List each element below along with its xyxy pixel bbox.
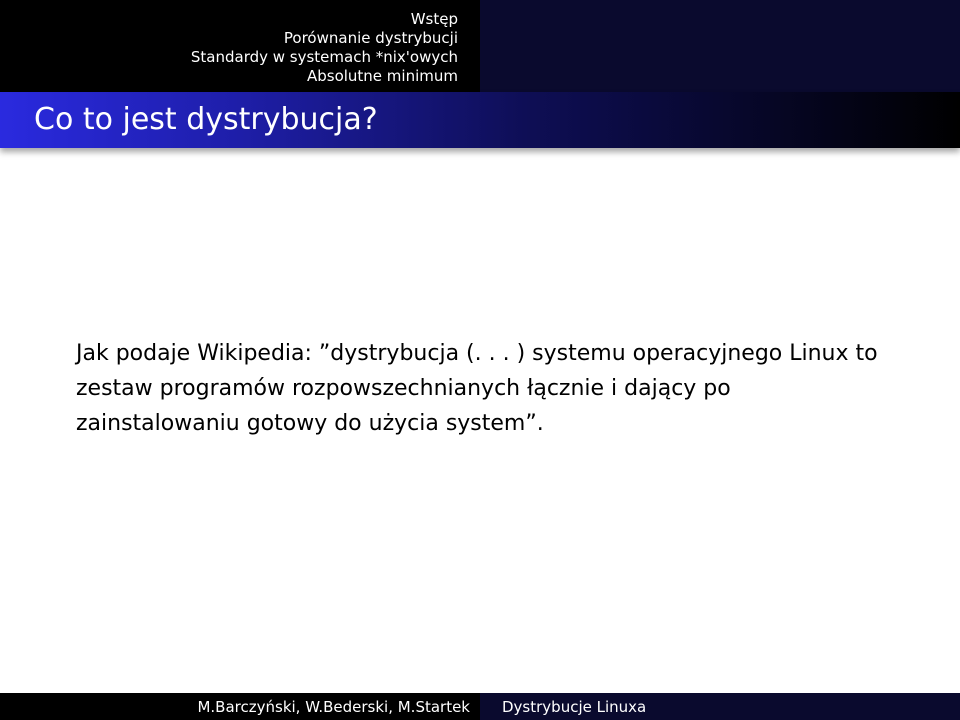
definition-paragraph: Jak podaje Wikipedia: ”dystrybucja (. . … xyxy=(76,341,878,436)
nav-section-intro[interactable]: Wstęp xyxy=(411,10,458,29)
slide: Wstęp Porównanie dystrybucji Standardy w… xyxy=(0,0,960,720)
navigation-bar: Wstęp Porównanie dystrybucji Standardy w… xyxy=(0,0,960,92)
footer-title: Dystrybucje Linuxa xyxy=(480,693,960,720)
footer-authors: M.Barczyński, W.Bederski, M.Startek xyxy=(0,693,480,720)
nav-section-comparison[interactable]: Porównanie dystrybucji xyxy=(284,29,458,48)
nav-section-standards[interactable]: Standardy w systemach *nix'owych xyxy=(191,48,458,67)
footer-bar: M.Barczyński, W.Bederski, M.Startek Dyst… xyxy=(0,693,960,720)
frame-title-bar: Co to jest dystrybucja? xyxy=(0,92,960,148)
slide-body: Jak podaje Wikipedia: ”dystrybucja (. . … xyxy=(76,336,896,441)
nav-section-minimum[interactable]: Absolutne minimum xyxy=(307,67,458,86)
subsection-area xyxy=(480,0,960,92)
section-list: Wstęp Porównanie dystrybucji Standardy w… xyxy=(0,0,480,92)
frame-title: Co to jest dystrybucja? xyxy=(34,102,378,137)
